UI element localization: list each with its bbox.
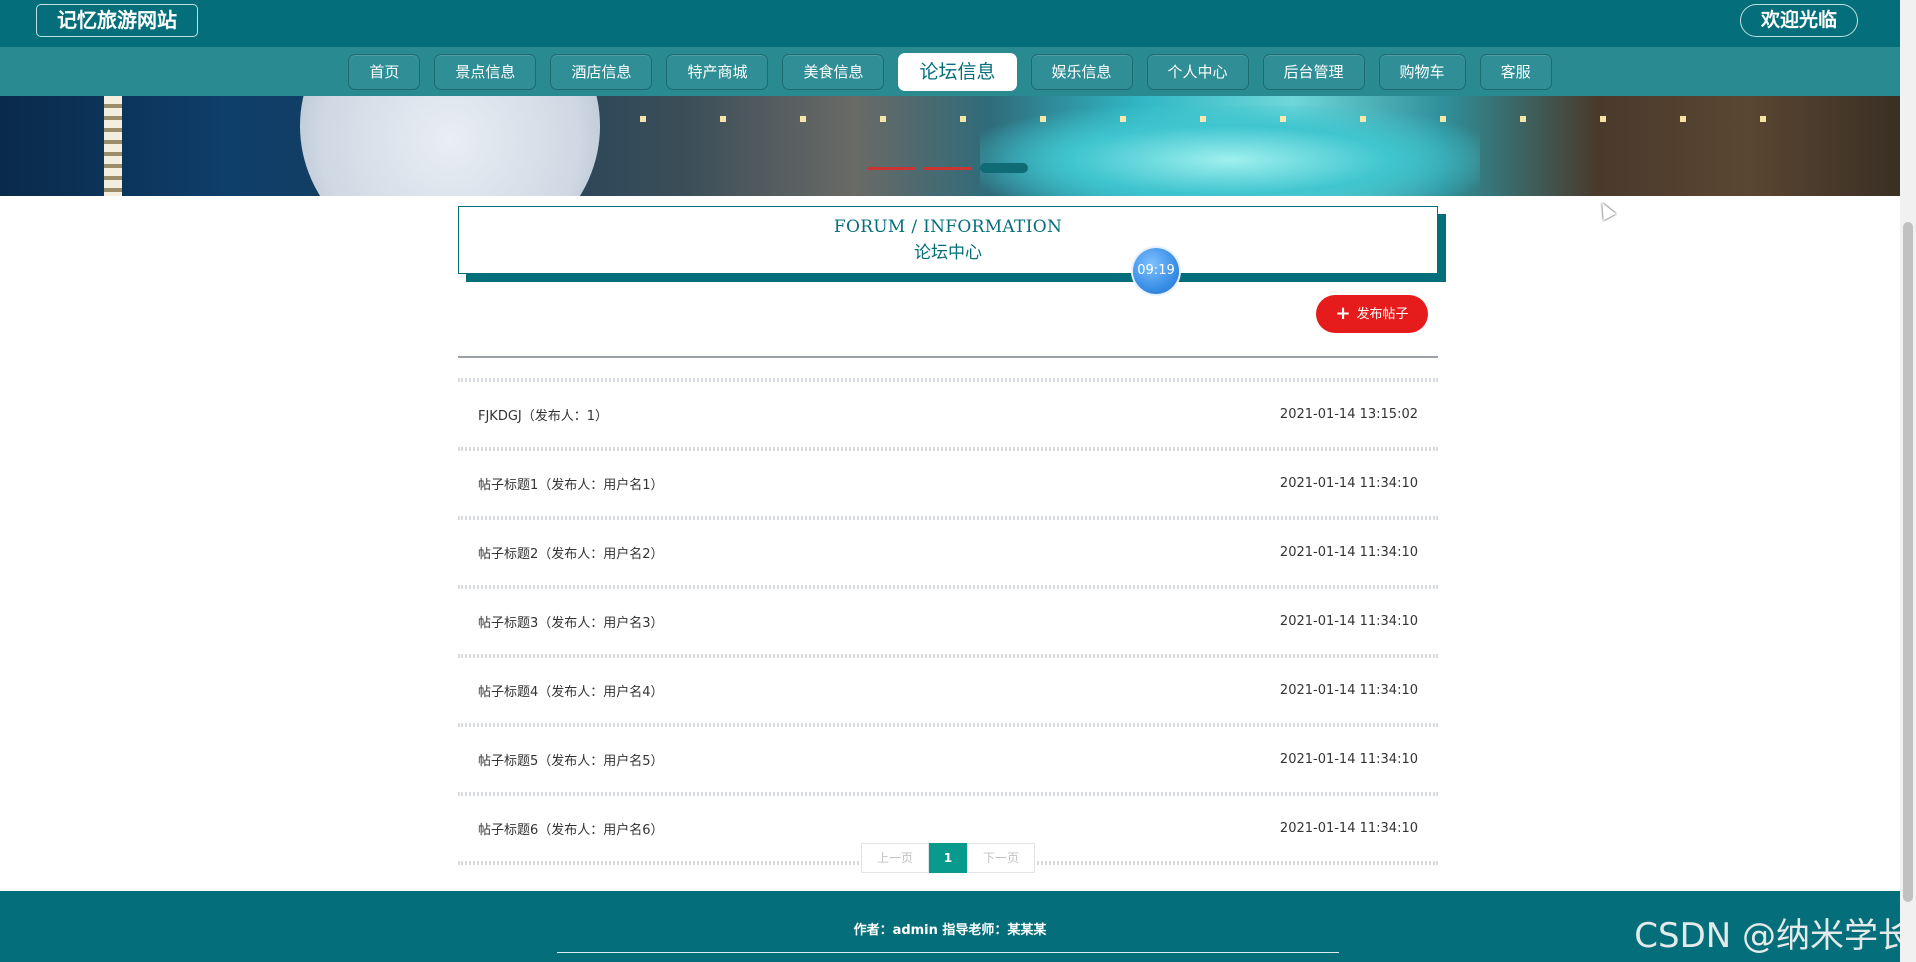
- banner-lights-image: [640, 116, 1840, 122]
- scrollbar-thumb[interactable]: [1903, 222, 1913, 902]
- section-heading: FORUM / INFORMATION 论坛中心: [458, 206, 1438, 274]
- nav-item-admin[interactable]: 后台管理: [1262, 53, 1365, 90]
- post-title[interactable]: 帖子标题3（发布人：用户名3）: [478, 612, 664, 631]
- post-time: 2021-01-14 11:34:10: [1279, 752, 1418, 767]
- forum-post-row[interactable]: 帖子标题5（发布人：用户名5） 2021-01-14 11:34:10: [458, 727, 1438, 792]
- forum-post-row[interactable]: 帖子标题1（发布人：用户名1） 2021-01-14 11:34:10: [458, 451, 1438, 516]
- page-number-current[interactable]: 1: [929, 843, 967, 873]
- post-title[interactable]: 帖子标题4（发布人：用户名4）: [478, 681, 664, 700]
- carousel-dot-active[interactable]: [980, 163, 1028, 173]
- carousel-indicators: [868, 163, 1028, 173]
- welcome-badge: 欢迎光临: [1739, 4, 1858, 37]
- publish-post-label: 发布帖子: [1356, 307, 1409, 322]
- section-title-en: FORUM / INFORMATION: [833, 217, 1063, 237]
- forum-post-row[interactable]: FJKDGJ（发布人：1） 2021-01-14 13:15:02: [458, 382, 1438, 447]
- footer: 作者：admin 指导老师：某某某: [0, 891, 1900, 962]
- footer-credits: 作者：admin 指导老师：某某某: [853, 923, 1047, 938]
- post-title[interactable]: 帖子标题2（发布人：用户名2）: [478, 543, 664, 562]
- banner-carousel: [0, 96, 1900, 196]
- mouse-cursor-icon: [1596, 199, 1616, 221]
- page-scrollbar[interactable]: [1900, 0, 1916, 962]
- plus-icon: +: [1335, 303, 1351, 324]
- forum-post-row[interactable]: 帖子标题4（发布人：用户名4） 2021-01-14 11:34:10: [458, 658, 1438, 723]
- nav-item-hotels[interactable]: 酒店信息: [550, 53, 653, 90]
- divider: [458, 356, 1438, 358]
- post-title[interactable]: FJKDGJ（发布人：1）: [478, 405, 608, 424]
- section-title-zh: 论坛中心: [914, 243, 982, 263]
- post-time: 2021-01-14 13:15:02: [1279, 407, 1418, 422]
- nav-item-attractions[interactable]: 景点信息: [434, 53, 537, 90]
- nav-item-personal-center[interactable]: 个人中心: [1146, 53, 1249, 90]
- next-page-button[interactable]: 下一页: [967, 843, 1035, 873]
- publish-post-button[interactable]: + 发布帖子: [1316, 295, 1428, 333]
- post-time: 2021-01-14 11:34:10: [1279, 614, 1418, 629]
- pagination: 上一页 1 下一页: [861, 843, 1035, 873]
- prev-page-button[interactable]: 上一页: [861, 843, 929, 873]
- footer-divider: [557, 952, 1339, 953]
- clock-badge: 09:19: [1133, 248, 1179, 294]
- post-time: 2021-01-14 11:34:10: [1279, 683, 1418, 698]
- nav-item-forum[interactable]: 论坛信息: [898, 52, 1017, 91]
- site-title[interactable]: 记忆旅游网站: [36, 4, 198, 37]
- forum-post-row[interactable]: 帖子标题2（发布人：用户名2） 2021-01-14 11:34:10: [458, 520, 1438, 585]
- carousel-dot[interactable]: [924, 166, 972, 170]
- nav-item-entertainment[interactable]: 娱乐信息: [1030, 53, 1133, 90]
- carousel-dot[interactable]: [868, 166, 916, 170]
- nav-item-food[interactable]: 美食信息: [782, 53, 885, 90]
- post-title[interactable]: 帖子标题6（发布人：用户名6）: [478, 819, 664, 838]
- nav-item-home[interactable]: 首页: [348, 53, 421, 90]
- post-time: 2021-01-14 11:34:10: [1279, 545, 1418, 560]
- post-time: 2021-01-14 11:34:10: [1279, 821, 1418, 836]
- forum-post-list: FJKDGJ（发布人：1） 2021-01-14 13:15:02 帖子标题1（…: [458, 378, 1438, 865]
- post-title[interactable]: 帖子标题5（发布人：用户名5）: [478, 750, 664, 769]
- nav-item-specialty-mall[interactable]: 特产商城: [666, 53, 769, 90]
- post-time: 2021-01-14 11:34:10: [1279, 476, 1418, 491]
- nav-item-customer-service[interactable]: 客服: [1479, 53, 1552, 90]
- watermark: CSDN @纳米学长: [1634, 916, 1912, 956]
- post-title[interactable]: 帖子标题1（发布人：用户名1）: [478, 474, 664, 493]
- nav-item-cart[interactable]: 购物车: [1378, 53, 1466, 90]
- banner-pillar-image: [104, 96, 122, 196]
- forum-post-row[interactable]: 帖子标题3（发布人：用户名3） 2021-01-14 11:34:10: [458, 589, 1438, 654]
- banner-moon-image: [300, 96, 600, 196]
- top-header: 记忆旅游网站 欢迎光临: [0, 0, 1900, 47]
- main-nav: 首页 景点信息 酒店信息 特产商城 美食信息 论坛信息 娱乐信息 个人中心 后台…: [0, 47, 1900, 96]
